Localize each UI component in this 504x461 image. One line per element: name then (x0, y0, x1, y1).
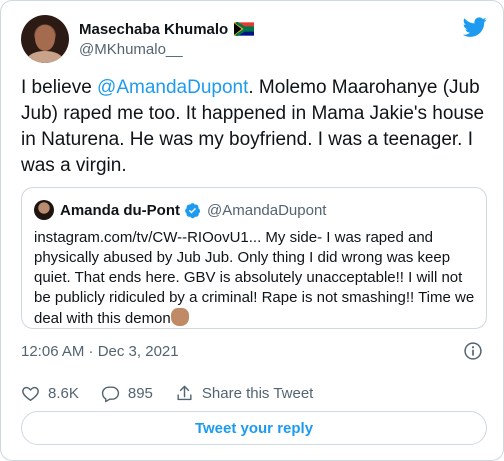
share-label: Share this Tweet (201, 384, 314, 402)
south-africa-flag-icon (234, 22, 255, 36)
tweet-text-start: I believe (21, 77, 98, 98)
author-handle[interactable]: @MKhumalo__ (79, 41, 254, 58)
quoted-author-name[interactable]: Amanda du-Pont (60, 202, 180, 219)
author-avatar[interactable] (21, 15, 69, 63)
quoted-tweet[interactable]: Amanda du-Pont @AmandaDupont instagram.c… (21, 187, 487, 329)
share-button[interactable]: Share this Tweet (175, 384, 313, 403)
reply-count: 895 (127, 384, 153, 402)
share-upload-icon (177, 385, 192, 400)
reply-bubble-icon (101, 385, 119, 402)
tweet-text: I believe @AmandaDupont. Molemo Maarohan… (21, 75, 487, 179)
quoted-author-handle[interactable]: @AmandaDupont (207, 202, 326, 219)
author-display-name[interactable]: Masechaba Khumalo (79, 21, 228, 38)
raised-fist-emoji-icon (170, 308, 189, 326)
twitter-bird-icon[interactable] (463, 15, 487, 39)
quoted-tweet-text: instagram.com/tv/CW--RIOovU1... My side-… (34, 228, 478, 329)
like-button[interactable]: 8.6K (21, 384, 79, 403)
mention-link[interactable]: @AmandaDupont (97, 77, 248, 98)
author-info: Masechaba Khumalo @MKhumalo__ (79, 19, 255, 58)
heart-icon (22, 386, 39, 401)
info-icon[interactable] (463, 341, 483, 361)
tweet-timestamp[interactable]: 12:06 AM · Dec 3, 2021 (21, 343, 179, 360)
like-count: 8.6K (48, 384, 79, 402)
verified-badge-icon (185, 202, 201, 218)
quoted-author-avatar[interactable] (34, 200, 54, 220)
tweet-your-reply-button[interactable]: Tweet your reply (21, 411, 487, 445)
quoted-tweet-body: instagram.com/tv/CW--RIOovU1... My side-… (34, 229, 475, 327)
reply-button[interactable]: 895 (101, 384, 153, 403)
tweet-actions: 8.6K 895 Share this Tweet (21, 382, 335, 404)
tweet-embed-card: Masechaba Khumalo @MKhumalo__ I believe … (0, 0, 504, 461)
